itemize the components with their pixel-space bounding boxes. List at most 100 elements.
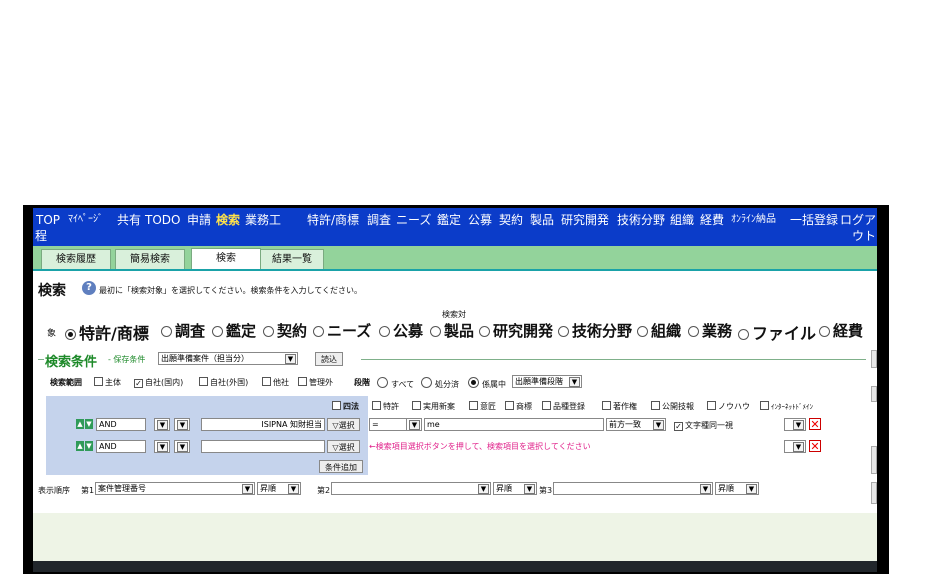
- delete-row-icon[interactable]: ✕: [809, 418, 821, 430]
- nav-apply[interactable]: 申請: [187, 213, 211, 227]
- checkbox-icon[interactable]: [505, 401, 514, 410]
- category-appraisal[interactable]: 鑑定: [212, 320, 256, 341]
- nav-appraisal[interactable]: 鑑定: [437, 213, 461, 227]
- checkbox-icon[interactable]: [262, 377, 271, 386]
- category-survey[interactable]: 調査: [161, 320, 205, 341]
- nav-patent[interactable]: 特許/商標: [307, 213, 359, 227]
- paren-select-2[interactable]: ▼: [154, 440, 170, 453]
- radio-icon[interactable]: [468, 377, 479, 388]
- nav-survey[interactable]: 調査: [367, 213, 391, 227]
- radio-icon[interactable]: [379, 326, 390, 337]
- check-icon[interactable]: ✓: [134, 379, 143, 388]
- radio-icon[interactable]: [263, 326, 274, 337]
- row-option-select-1[interactable]: ▼: [784, 418, 806, 431]
- radio-icon[interactable]: [558, 326, 569, 337]
- type-domain[interactable]: ｲﾝﾀｰﾈｯﾄﾄﾞﾒｲﾝ: [760, 401, 813, 412]
- type-variety[interactable]: 品種登録: [542, 401, 585, 412]
- type-copyright[interactable]: 著作権: [602, 401, 637, 412]
- category-patent[interactable]: 特許/商標: [65, 320, 149, 344]
- nav-tech[interactable]: 技術分野: [617, 213, 665, 227]
- type-knowhow[interactable]: ノウハウ: [707, 401, 750, 412]
- checkbox-icon[interactable]: [542, 401, 551, 410]
- scope-unmanaged[interactable]: 管理外: [298, 377, 333, 388]
- type-tech-report[interactable]: 公開技報: [651, 401, 694, 412]
- sort2-order[interactable]: 昇順 ▼: [493, 482, 537, 495]
- radio-icon[interactable]: [161, 326, 172, 337]
- scroll-handle[interactable]: [871, 386, 877, 402]
- category-product[interactable]: 製品: [430, 320, 474, 341]
- checkbox-icon[interactable]: [760, 401, 769, 410]
- category-rnd[interactable]: 研究開発: [479, 320, 553, 341]
- checkbox-icon[interactable]: [94, 377, 103, 386]
- delete-row-icon[interactable]: ✕: [809, 440, 821, 452]
- paren-select-1b[interactable]: ▼: [174, 418, 190, 431]
- sort3-select[interactable]: ▼: [553, 482, 713, 495]
- nav-logout[interactable]: ログア: [840, 213, 876, 227]
- type-four-laws[interactable]: 四法: [332, 401, 359, 412]
- select-field-button-2[interactable]: ▽選択: [327, 440, 360, 453]
- scroll-handle[interactable]: [871, 446, 877, 474]
- category-cost[interactable]: 経費: [819, 320, 863, 341]
- type-design[interactable]: 意匠: [469, 401, 496, 412]
- radio-icon[interactable]: [212, 326, 223, 337]
- category-needs[interactable]: ニーズ: [313, 320, 371, 341]
- tab-search[interactable]: 検索: [191, 248, 261, 271]
- radio-icon[interactable]: [430, 326, 441, 337]
- category-business[interactable]: 業務: [688, 320, 732, 341]
- radio-icon[interactable]: [479, 326, 490, 337]
- move-up-icon[interactable]: ▲: [76, 419, 84, 429]
- sort1-select[interactable]: 案件管理番号 ▼: [95, 482, 255, 495]
- radio-icon[interactable]: [738, 329, 749, 340]
- nav-offer[interactable]: 公募: [468, 213, 492, 227]
- row-option-select-2[interactable]: ▼: [784, 440, 806, 453]
- move-down-icon[interactable]: ▼: [85, 441, 93, 451]
- nav-todo[interactable]: TODO: [145, 213, 180, 227]
- category-contract[interactable]: 契約: [263, 320, 307, 341]
- stage-all[interactable]: すべて: [377, 377, 414, 390]
- category-offer[interactable]: 公募: [379, 320, 423, 341]
- sort1-order[interactable]: 昇順 ▼: [257, 482, 301, 495]
- radio-icon[interactable]: [313, 326, 324, 337]
- checkbox-icon[interactable]: [332, 401, 341, 410]
- checkbox-icon[interactable]: [412, 401, 421, 410]
- nav-top[interactable]: TOP: [36, 213, 60, 227]
- scroll-handle[interactable]: [871, 482, 877, 504]
- sort2-select[interactable]: ▼: [331, 482, 491, 495]
- nav-rnd[interactable]: 研究開発: [561, 213, 609, 227]
- value-input-1[interactable]: me: [424, 418, 604, 431]
- logic-select-2[interactable]: AND: [96, 440, 146, 453]
- radio-icon[interactable]: [377, 377, 388, 388]
- saved-condition-select[interactable]: 出願準備案件（担当分） ▼: [158, 352, 298, 365]
- type-patent[interactable]: 特許: [372, 401, 399, 412]
- radio-icon[interactable]: [421, 377, 432, 388]
- nav-product[interactable]: 製品: [530, 213, 554, 227]
- scroll-handle[interactable]: [871, 350, 877, 368]
- type-trademark[interactable]: 商標: [505, 401, 532, 412]
- type-utility[interactable]: 実用新案: [412, 401, 455, 412]
- nav-org[interactable]: 組織: [670, 213, 694, 227]
- nav-bulk[interactable]: 一括登録: [790, 213, 838, 227]
- tab-simple-search[interactable]: 簡易検索: [115, 249, 185, 270]
- check-icon[interactable]: ✓: [674, 422, 683, 431]
- checkbox-icon[interactable]: [707, 401, 716, 410]
- stage-pending[interactable]: 係属中: [468, 377, 506, 390]
- nav-search[interactable]: 検索: [216, 213, 240, 227]
- category-org[interactable]: 組織: [637, 320, 681, 341]
- scope-domestic[interactable]: ✓ 自社(国内): [134, 377, 183, 388]
- checkbox-icon[interactable]: [602, 401, 611, 410]
- checkbox-icon[interactable]: [651, 401, 660, 410]
- category-file[interactable]: ファイル: [738, 320, 816, 344]
- match-select-1[interactable]: 前方一致 ▼: [606, 418, 666, 431]
- nav-wrap-right[interactable]: ウト: [852, 229, 876, 243]
- sort3-order[interactable]: 昇順 ▼: [715, 482, 759, 495]
- radio-icon[interactable]: [637, 326, 648, 337]
- operator-caret-1[interactable]: ▼: [406, 418, 422, 431]
- radio-icon[interactable]: [688, 326, 699, 337]
- nav-online[interactable]: ｵﾝﾗｲﾝ納品: [731, 213, 776, 227]
- nav-cost[interactable]: 経費: [700, 213, 724, 227]
- stage-select[interactable]: 出願準備段階 ▼: [512, 375, 582, 388]
- checkbox-icon[interactable]: [298, 377, 307, 386]
- add-condition-button[interactable]: 条件追加: [319, 460, 363, 473]
- logic-select-1[interactable]: AND: [96, 418, 146, 431]
- nav-needs[interactable]: ニーズ: [396, 213, 431, 227]
